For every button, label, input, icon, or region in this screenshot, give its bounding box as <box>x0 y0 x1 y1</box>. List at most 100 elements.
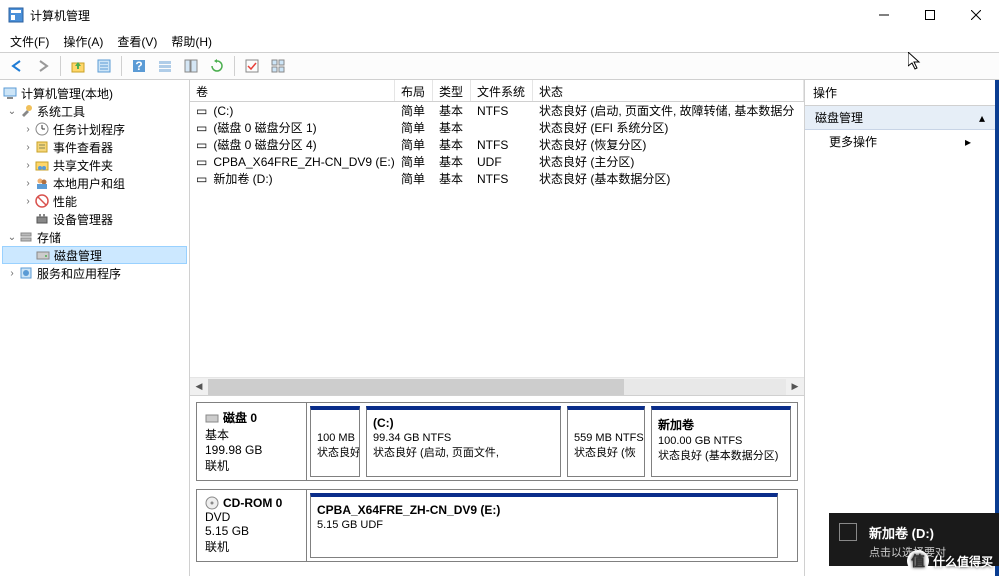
services-icon <box>18 265 34 281</box>
refresh-icon[interactable] <box>206 55 228 77</box>
computer-icon <box>2 85 18 101</box>
tile-icon[interactable] <box>267 55 289 77</box>
watermark: 值 什么值得买 <box>907 550 993 572</box>
drive-icon: ▭ <box>196 104 210 118</box>
drive-icon: ▭ <box>196 172 210 186</box>
scroll-thumb[interactable] <box>208 379 624 395</box>
tooltip-title: 新加卷 (D:) <box>869 523 987 542</box>
tree-item-event-viewer[interactable]: ›事件查看器 <box>2 138 187 156</box>
disk-row: 磁盘 0基本199.98 GB联机 100 MB状态良好(C:)99.34 GB… <box>196 402 798 481</box>
drive-icon: ▭ <box>196 155 210 169</box>
menu-action[interactable]: 操作(A) <box>63 33 103 50</box>
list-view-icon[interactable] <box>154 55 176 77</box>
toolbar: ? <box>0 52 999 80</box>
actions-more[interactable]: 更多操作 ▸ <box>805 130 995 153</box>
volume-row[interactable]: ▭ CPBA_X64FRE_ZH-CN_DV9 (E:)简单基本UDF状态良好 … <box>190 153 804 170</box>
tools-icon <box>18 103 34 119</box>
tree-item-shared-folders[interactable]: ›共享文件夹 <box>2 156 187 174</box>
tooltip-icon <box>839 523 857 541</box>
performance-icon <box>34 193 50 209</box>
tree-item-task-scheduler[interactable]: ›任务计划程序 <box>2 120 187 138</box>
header-volume[interactable]: 卷 <box>190 80 395 101</box>
title-bar: 计算机管理 <box>0 0 999 30</box>
disk-mgmt-icon <box>35 247 51 263</box>
expand-icon[interactable]: › <box>22 196 34 207</box>
partition[interactable]: CPBA_X64FRE_ZH-CN_DV9 (E:)5.15 GB UDF <box>310 493 778 558</box>
users-icon <box>34 175 50 191</box>
disk-row: CD-ROM 0DVD5.15 GB联机CPBA_X64FRE_ZH-CN_DV… <box>196 489 798 562</box>
volume-list: 卷 布局 类型 文件系统 状态 ▭ (C:)简单基本NTFS状态良好 (启动, … <box>190 80 804 395</box>
tree-item-disk-management[interactable]: 磁盘管理 <box>2 246 187 264</box>
disk-info: 磁盘 0基本199.98 GB联机 <box>197 403 307 480</box>
check-icon[interactable] <box>241 55 263 77</box>
collapse-arrow-icon: ▴ <box>979 111 985 125</box>
folder-up-icon[interactable] <box>67 55 89 77</box>
close-button[interactable] <box>953 0 999 30</box>
tree-root[interactable]: 计算机管理(本地) <box>2 84 187 102</box>
expand-icon[interactable]: › <box>22 142 34 153</box>
back-button[interactable] <box>6 55 28 77</box>
main-content: 计算机管理(本地) ⌄ 系统工具 ›任务计划程序 ›事件查看器 ›共享文件夹 ›… <box>0 80 999 576</box>
collapse-icon[interactable]: ⌄ <box>6 106 18 117</box>
tree-item-local-users[interactable]: ›本地用户和组 <box>2 174 187 192</box>
tree-group-system-tools[interactable]: ⌄ 系统工具 <box>2 102 187 120</box>
tree-item-performance[interactable]: ›性能 <box>2 192 187 210</box>
menu-help[interactable]: 帮助(H) <box>171 33 212 50</box>
disk-info: CD-ROM 0DVD5.15 GB联机 <box>197 490 307 561</box>
tree-panel: 计算机管理(本地) ⌄ 系统工具 ›任务计划程序 ›事件查看器 ›共享文件夹 ›… <box>0 80 190 576</box>
expand-icon[interactable]: › <box>22 124 34 135</box>
clock-icon <box>34 121 50 137</box>
app-icon <box>8 7 24 23</box>
header-filesystem[interactable]: 文件系统 <box>471 80 533 101</box>
expand-icon[interactable]: › <box>22 178 34 189</box>
window-title: 计算机管理 <box>30 7 861 24</box>
center-panel: 卷 布局 类型 文件系统 状态 ▭ (C:)简单基本NTFS状态良好 (启动, … <box>190 80 805 576</box>
forward-button[interactable] <box>32 55 54 77</box>
expand-icon[interactable]: › <box>6 268 18 279</box>
minimize-button[interactable] <box>861 0 907 30</box>
header-type[interactable]: 类型 <box>433 80 471 101</box>
detail-view-icon[interactable] <box>180 55 202 77</box>
tree-group-services[interactable]: ›服务和应用程序 <box>2 264 187 282</box>
expand-icon[interactable]: › <box>22 160 34 171</box>
header-layout[interactable]: 布局 <box>395 80 433 101</box>
tree-group-storage[interactable]: ⌄存储 <box>2 228 187 246</box>
actions-header: 操作 <box>805 80 995 106</box>
partition[interactable]: (C:)99.34 GB NTFS状态良好 (启动, 页面文件, <box>366 406 561 477</box>
header-status[interactable]: 状态 <box>533 80 804 101</box>
storage-icon <box>18 229 34 245</box>
volume-row[interactable]: ▭ 新加卷 (D:)简单基本NTFS状态良好 (基本数据分区) <box>190 170 804 187</box>
svg-text:?: ? <box>135 59 142 73</box>
collapse-icon[interactable]: ⌄ <box>6 232 18 243</box>
menu-bar: 文件(F) 操作(A) 查看(V) 帮助(H) <box>0 30 999 52</box>
shared-folder-icon <box>34 157 50 173</box>
disk-graphical-view: 磁盘 0基本199.98 GB联机 100 MB状态良好(C:)99.34 GB… <box>190 395 804 576</box>
help-icon[interactable]: ? <box>128 55 150 77</box>
arrow-right-icon: ▸ <box>965 135 971 149</box>
scroll-left-button[interactable]: ◀ <box>190 379 208 395</box>
volume-rows: ▭ (C:)简单基本NTFS状态良好 (启动, 页面文件, 故障转储, 基本数据… <box>190 102 804 377</box>
volume-list-header: 卷 布局 类型 文件系统 状态 <box>190 80 804 102</box>
partition[interactable]: 新加卷100.00 GB NTFS状态良好 (基本数据分区) <box>651 406 791 477</box>
drive-icon: ▭ <box>196 138 210 152</box>
drive-icon: ▭ <box>196 121 210 135</box>
menu-file[interactable]: 文件(F) <box>10 33 49 50</box>
actions-section[interactable]: 磁盘管理 ▴ <box>805 106 995 130</box>
volume-row[interactable]: ▭ (磁盘 0 磁盘分区 1)简单基本状态良好 (EFI 系统分区) <box>190 119 804 136</box>
menu-view[interactable]: 查看(V) <box>117 33 157 50</box>
cursor-icon <box>908 52 924 72</box>
device-icon <box>34 211 50 227</box>
partition[interactable]: 559 MB NTFS状态良好 (恢 <box>567 406 645 477</box>
properties-icon[interactable] <box>93 55 115 77</box>
volume-row[interactable]: ▭ (C:)简单基本NTFS状态良好 (启动, 页面文件, 故障转储, 基本数据… <box>190 102 804 119</box>
volume-row[interactable]: ▭ (磁盘 0 磁盘分区 4)简单基本NTFS状态良好 (恢复分区) <box>190 136 804 153</box>
partition[interactable]: 100 MB状态良好 <box>310 406 360 477</box>
event-icon <box>34 139 50 155</box>
scroll-track[interactable] <box>208 379 786 395</box>
actions-panel: 操作 磁盘管理 ▴ 更多操作 ▸ <box>805 80 995 576</box>
watermark-icon: 值 <box>907 550 929 572</box>
tree-item-device-manager[interactable]: 设备管理器 <box>2 210 187 228</box>
horizontal-scrollbar[interactable]: ◀ ▶ <box>190 377 804 395</box>
scroll-right-button[interactable]: ▶ <box>786 379 804 395</box>
maximize-button[interactable] <box>907 0 953 30</box>
